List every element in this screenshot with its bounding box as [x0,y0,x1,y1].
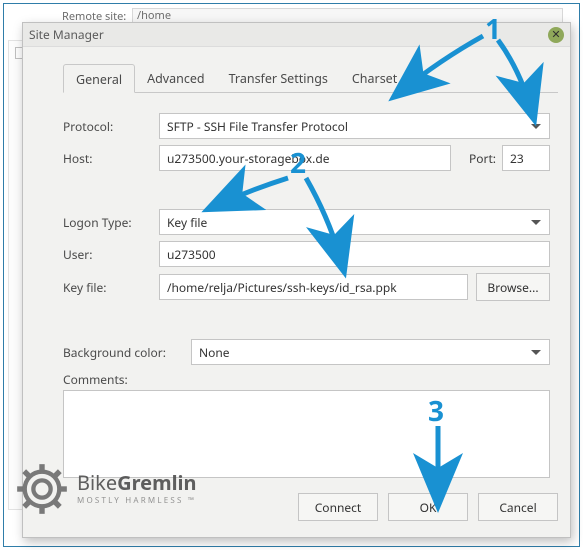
browse-button[interactable]: Browse... [476,273,550,301]
bgcolor-row: Background color: None [63,339,550,365]
protocol-label: Protocol: [63,118,159,135]
protocol-value: SFTP - SSH File Transfer Protocol [167,118,348,135]
titlebar: Site Manager ✕ [23,23,570,47]
tab-transfer-settings[interactable]: Transfer Settings [217,64,340,93]
comments-label-row: Comments: [63,371,550,388]
comments-textarea[interactable] [63,390,550,478]
logon-type-label: Logon Type: [63,214,159,231]
protocol-row: Protocol: SFTP - SSH File Transfer Proto… [63,113,550,139]
host-label: Host: [63,150,159,167]
user-label: User: [63,246,159,263]
user-row: User: [63,241,550,267]
dialog-buttons: Connect OK Cancel [23,493,558,527]
tab-advanced[interactable]: Advanced [135,64,217,93]
chevron-down-icon [531,350,541,355]
close-icon: ✕ [551,29,560,40]
port-input[interactable] [502,145,550,171]
tabs: General Advanced Transfer Settings Chars… [63,63,558,93]
bgcolor-select[interactable]: None [191,339,550,365]
tab-label: Advanced [147,70,205,87]
tab-general[interactable]: General [63,64,135,93]
tab-label: Transfer Settings [229,70,328,87]
logon-type-row: Logon Type: Key file [63,209,550,235]
host-row: Host: Port: [63,145,550,171]
dialog-title: Site Manager [29,26,104,43]
close-button[interactable]: ✕ [548,27,564,43]
browse-label: Browse... [487,279,538,296]
protocol-select[interactable]: SFTP - SSH File Transfer Protocol [159,113,550,139]
keyfile-input[interactable] [159,274,468,300]
dialog-content: General Advanced Transfer Settings Chars… [63,57,558,487]
host-input[interactable] [159,145,451,171]
logon-type-select[interactable]: Key file [159,209,550,235]
tab-label: General [76,71,122,88]
comments-label: Comments: [63,371,128,388]
keyfile-label: Key file: [63,279,159,296]
port-label: Port: [458,150,496,167]
ok-button[interactable]: OK [388,493,468,521]
cancel-label: Cancel [499,499,536,516]
logon-type-value: Key file [167,214,207,231]
site-manager-dialog: Site Manager ✕ General Advanced Transfer… [22,22,571,538]
user-input[interactable] [159,241,550,267]
chevron-down-icon [531,220,541,225]
keyfile-row: Key file: Browse... [63,273,550,301]
bgcolor-value: None [199,344,230,361]
cancel-button[interactable]: Cancel [478,493,558,521]
connect-button[interactable]: Connect [298,493,378,521]
tab-label: Charset [352,70,397,87]
tab-charset[interactable]: Charset [340,64,409,93]
tab-panel-general: Protocol: SFTP - SSH File Transfer Proto… [63,93,558,482]
bgcolor-label: Background color: [63,344,191,361]
connect-label: Connect [315,499,362,516]
chevron-down-icon [531,124,541,129]
ok-label: OK [420,499,437,516]
